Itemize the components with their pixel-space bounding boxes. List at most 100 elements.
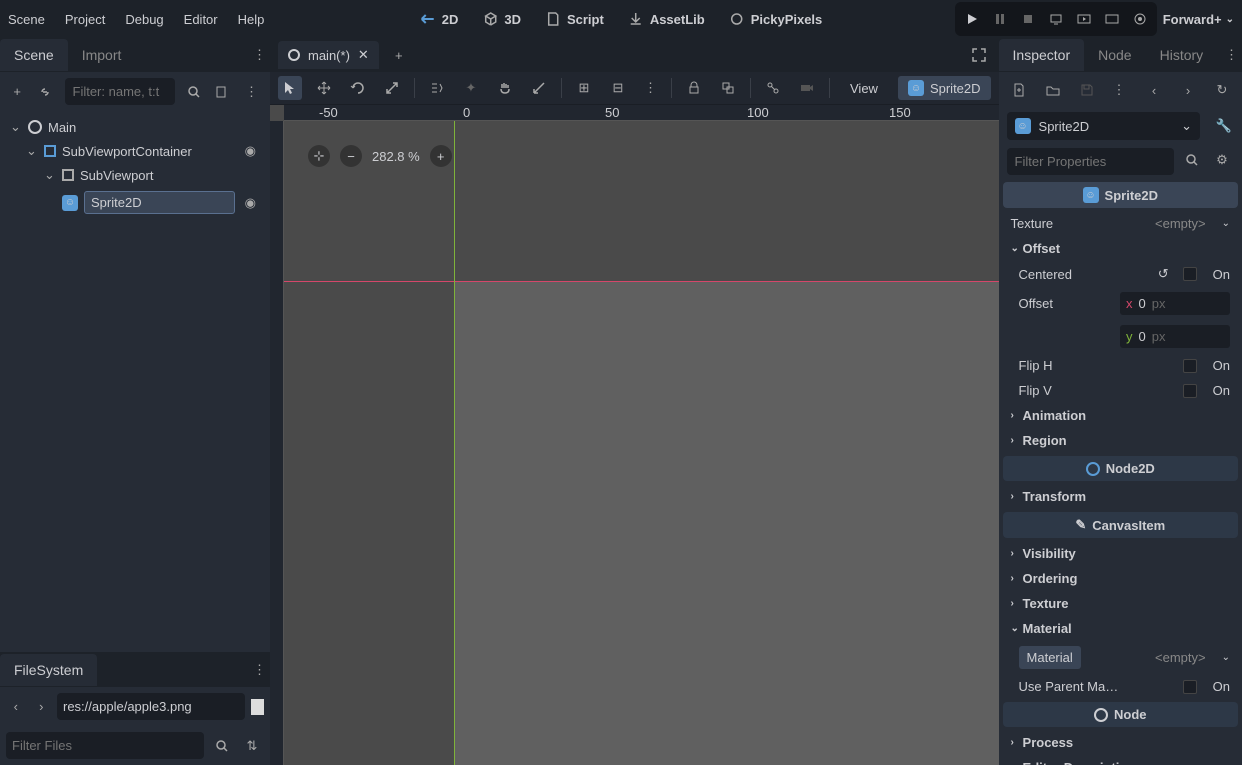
group-process[interactable]: ›Process [1003, 730, 1238, 755]
group-ordering[interactable]: ›Ordering [1003, 566, 1238, 591]
menu-debug[interactable]: Debug [125, 12, 163, 27]
center-view-button[interactable]: ⊹ [308, 145, 330, 167]
tab-import[interactable]: Import [68, 39, 136, 71]
menu-project[interactable]: Project [65, 12, 105, 27]
move-tool[interactable] [312, 76, 336, 100]
visibility-toggle[interactable]: ◉ [241, 195, 260, 211]
tab-node[interactable]: Node [1084, 39, 1145, 71]
snap-menu[interactable]: ⋮ [640, 80, 661, 96]
pan-tool[interactable] [493, 76, 517, 100]
search-icon[interactable] [1180, 148, 1204, 172]
prop-texture[interactable]: Texture<empty>⌄ [1003, 211, 1238, 236]
rotate-tool[interactable] [346, 76, 370, 100]
prop-flip-h[interactable]: Flip HOn [1003, 353, 1238, 378]
chevron-down-icon[interactable]: ⌄ [1222, 652, 1230, 663]
camera-button[interactable] [795, 76, 819, 100]
play-custom-button[interactable] [1099, 6, 1125, 32]
fs-sort-button[interactable]: ⇅ [240, 734, 264, 758]
group-transform[interactable]: ›Transform [1003, 484, 1238, 509]
new-tab-button[interactable]: + [387, 43, 411, 67]
select-tool[interactable] [278, 76, 302, 100]
zoom-in-button[interactable]: + [430, 145, 452, 167]
file-tab-main[interactable]: main(*) ✕ [278, 41, 379, 69]
group-material[interactable]: ⌄Material [1003, 616, 1238, 641]
section-sprite2d[interactable]: ☺Sprite2D [1003, 182, 1238, 208]
mode-script[interactable]: Script [537, 7, 612, 31]
movie-button[interactable] [1127, 6, 1153, 32]
group-editor-description[interactable]: ›Editor Description [1003, 755, 1238, 765]
menu-help[interactable]: Help [238, 12, 265, 27]
revert-icon[interactable]: ↺ [1158, 266, 1169, 282]
manage-object-button[interactable]: 🔧 [1212, 114, 1236, 138]
tree-node-main[interactable]: ⌄ Main [8, 115, 262, 139]
prop-centered[interactable]: Centered↺On [1003, 261, 1238, 287]
mode-pickypixels[interactable]: PickyPixels [721, 7, 831, 31]
group-region[interactable]: ›Region [1003, 428, 1238, 453]
tree-node-sprite2d[interactable]: ☺ Sprite2D ◉ [8, 187, 262, 218]
tab-filesystem[interactable]: FileSystem [0, 654, 97, 686]
zoom-level[interactable]: 282.8 % [372, 149, 420, 164]
checkbox[interactable] [1183, 384, 1197, 398]
prop-offset-x[interactable]: Offsetx0px [1003, 287, 1238, 320]
mode-2d[interactable]: 2D [412, 7, 467, 31]
stop-button[interactable] [1015, 6, 1041, 32]
checkbox[interactable] [1183, 359, 1197, 373]
prop-offset-y[interactable]: y0px [1003, 320, 1238, 353]
view-menu[interactable]: View [840, 77, 888, 100]
checkbox[interactable] [1183, 267, 1197, 281]
menu-editor[interactable]: Editor [184, 12, 218, 27]
link-button[interactable] [36, 80, 54, 104]
script-attach-button[interactable] [213, 80, 231, 104]
scene-menu[interactable]: ⋮ [241, 84, 262, 100]
mode-assetlib[interactable]: AssetLib [620, 7, 713, 31]
group-texture[interactable]: ›Texture [1003, 591, 1238, 616]
distraction-free-button[interactable] [967, 43, 991, 67]
bone-button[interactable] [761, 76, 785, 100]
fs-back-button[interactable]: ‹ [6, 695, 26, 719]
chevron-down-icon[interactable]: ⌄ [26, 143, 38, 159]
prop-flip-v[interactable]: Flip VOn [1003, 378, 1238, 403]
scale-tool[interactable] [380, 76, 404, 100]
scene-dock-menu[interactable]: ⋮ [249, 47, 270, 63]
search-icon[interactable] [210, 734, 234, 758]
scene-filter-input[interactable] [65, 78, 175, 105]
zoom-out-button[interactable]: − [340, 145, 362, 167]
group-button[interactable] [716, 76, 740, 100]
section-canvasitem[interactable]: ✎CanvasItem [1003, 512, 1238, 538]
save-resource-button[interactable] [1075, 78, 1099, 102]
property-settings-button[interactable]: ⚙ [1210, 148, 1234, 172]
chevron-down-icon[interactable]: ⌄ [44, 167, 56, 183]
load-resource-button[interactable] [1041, 78, 1065, 102]
list-select-tool[interactable] [425, 76, 449, 100]
add-node-button[interactable]: + [8, 80, 26, 104]
group-animation[interactable]: ›Animation [1003, 403, 1238, 428]
group-offset[interactable]: ⌄Offset [1003, 236, 1238, 261]
pause-button[interactable] [987, 6, 1013, 32]
fs-filter-input[interactable] [6, 732, 204, 759]
history-forward[interactable]: › [1176, 78, 1200, 102]
grid-snap-toggle[interactable]: ⊟ [606, 76, 630, 100]
snap-toggle[interactable]: ⊞ [572, 76, 596, 100]
tab-scene[interactable]: Scene [0, 39, 68, 71]
fs-dock-menu[interactable]: ⋮ [249, 662, 270, 678]
lock-button[interactable] [682, 76, 706, 100]
section-node[interactable]: Node [1003, 702, 1238, 727]
tab-history[interactable]: History [1146, 39, 1218, 71]
remote-button[interactable] [1043, 6, 1069, 32]
tree-node-subviewportcontainer[interactable]: ⌄ SubViewportContainer ◉ [8, 139, 262, 163]
play-scene-button[interactable] [1071, 6, 1097, 32]
new-resource-button[interactable] [1007, 78, 1031, 102]
prop-use-parent-material[interactable]: Use Parent Ma…On [1003, 674, 1238, 699]
prop-material[interactable]: Material<empty>⌄ [1003, 641, 1238, 674]
search-icon[interactable] [185, 80, 203, 104]
play-button[interactable] [959, 6, 985, 32]
inspector-dock-menu[interactable]: ⋮ [1221, 47, 1242, 63]
menu-scene[interactable]: Scene [8, 12, 45, 27]
tab-inspector[interactable]: Inspector [999, 39, 1085, 71]
close-tab-button[interactable]: ✕ [358, 47, 369, 63]
checkbox[interactable] [1183, 680, 1197, 694]
ruler-tool[interactable] [527, 76, 551, 100]
filter-properties-input[interactable] [1007, 148, 1174, 175]
sprite2d-editor-tab[interactable]: ☺ Sprite2D [898, 76, 991, 100]
section-node2d[interactable]: Node2D [1003, 456, 1238, 481]
